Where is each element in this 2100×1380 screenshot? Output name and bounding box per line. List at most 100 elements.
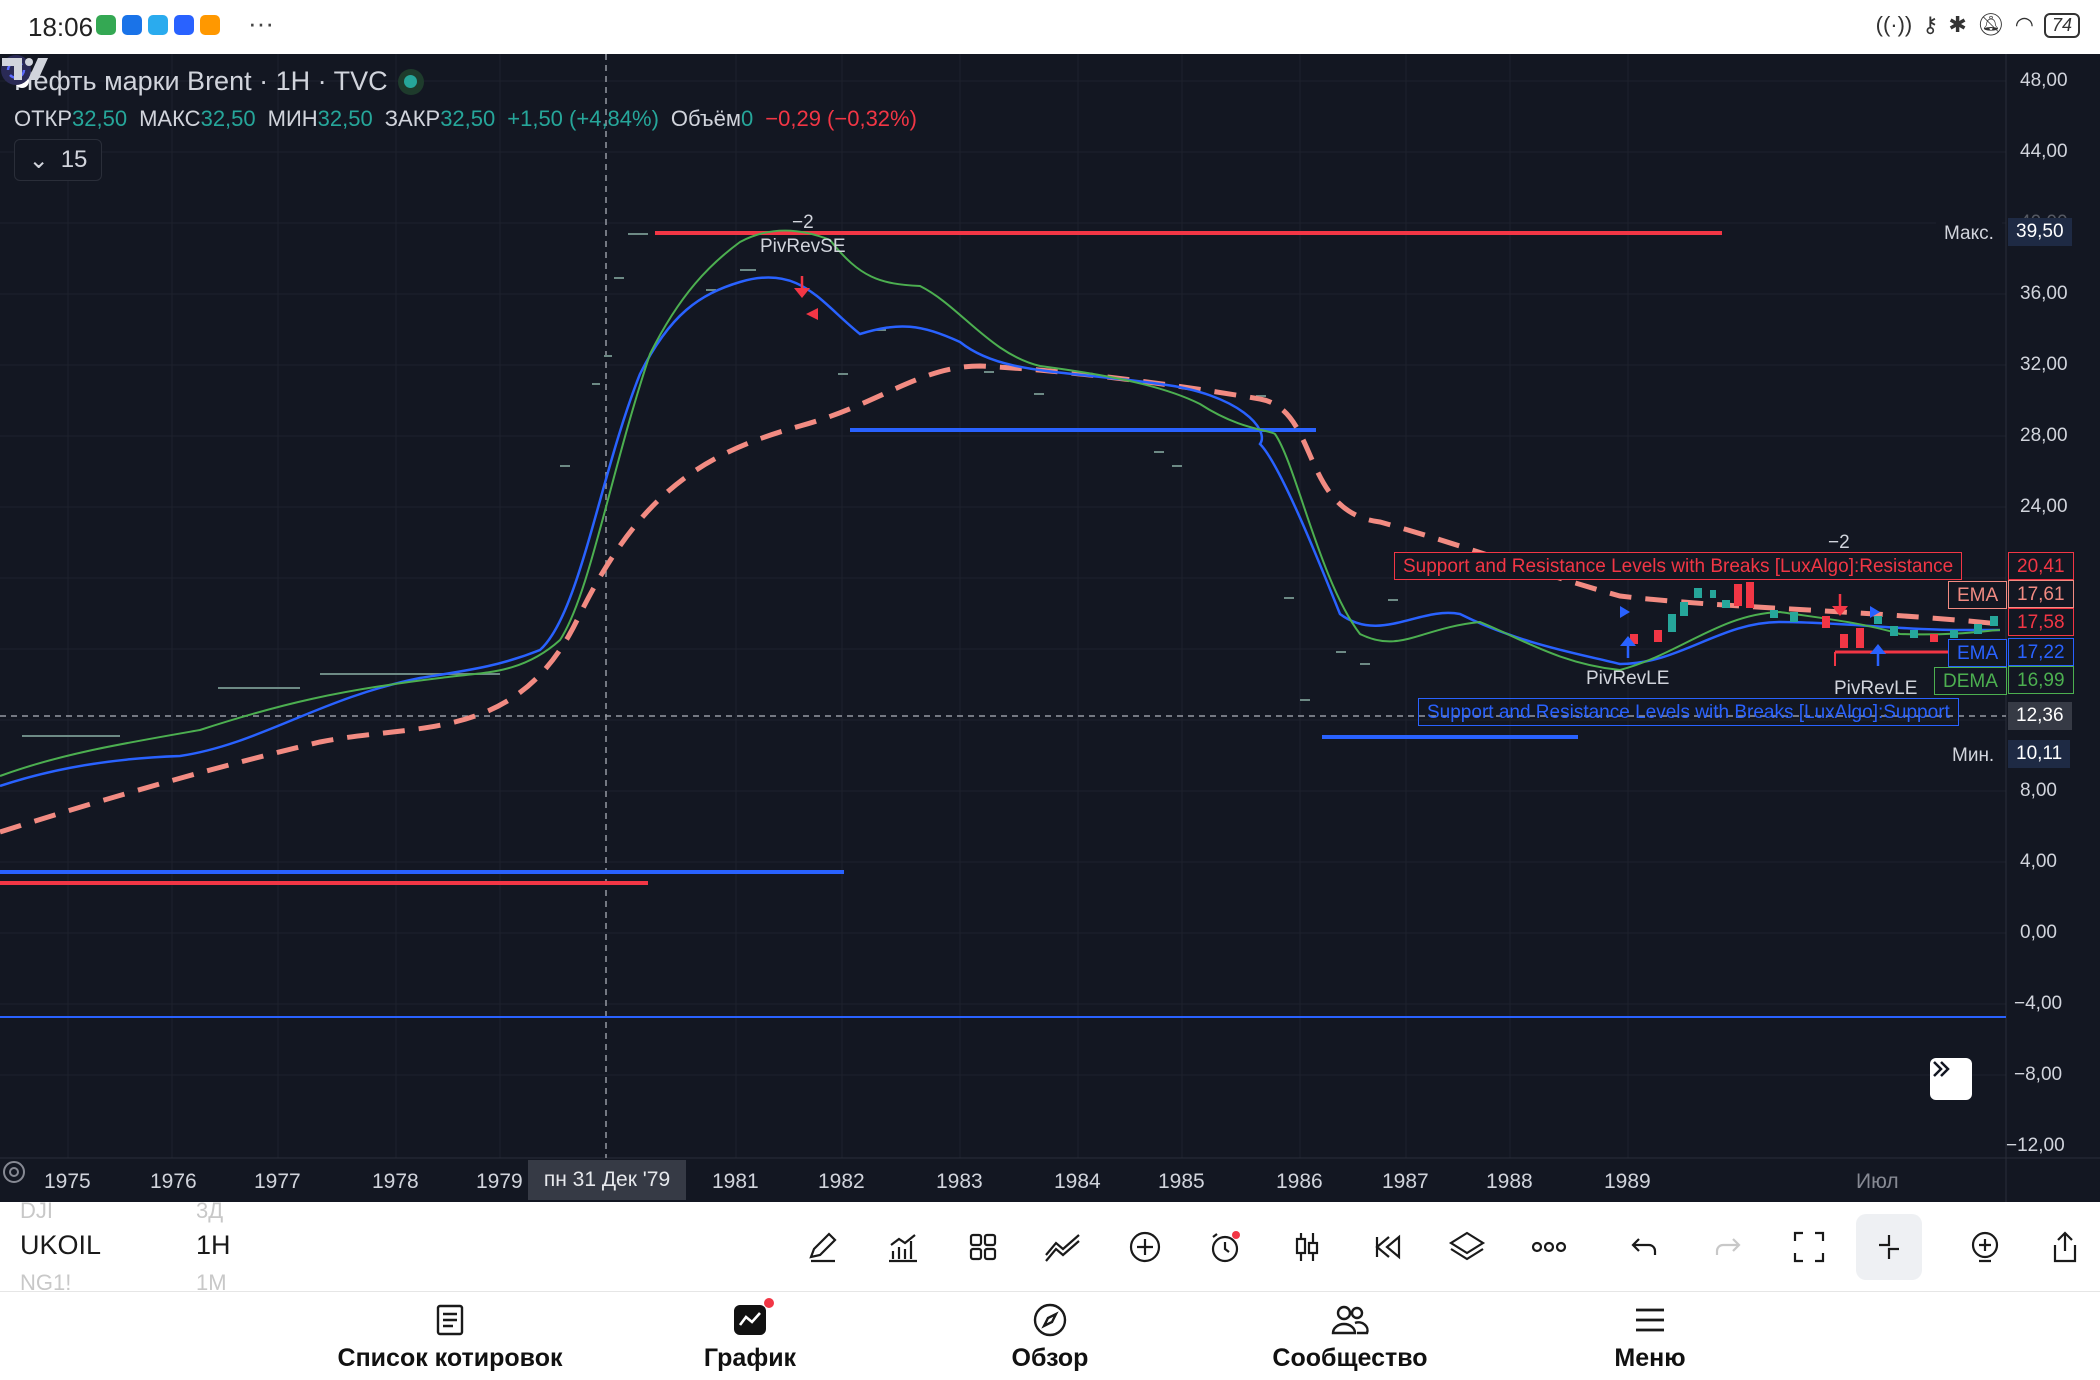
more-options-button[interactable] xyxy=(1526,1224,1572,1270)
drawing-tools-button[interactable] xyxy=(800,1224,846,1270)
ohlc-high: МАКС32,50 xyxy=(139,106,256,131)
add-alert-button[interactable] xyxy=(1962,1224,2008,1270)
chart-badge-dot xyxy=(764,1298,774,1308)
add-button[interactable] xyxy=(1122,1224,1168,1270)
ema2-value-tag: 17,22 xyxy=(2008,638,2074,666)
dema-label-tag: DEMA xyxy=(1934,667,2007,695)
tradingview-logo-icon[interactable] xyxy=(0,54,56,84)
redo-button[interactable] xyxy=(1704,1224,1750,1270)
fullscreen-button[interactable] xyxy=(1786,1224,1832,1270)
layers-icon xyxy=(1448,1231,1486,1261)
ema2-label-tag: EMA xyxy=(1948,639,2008,667)
ema-green-line xyxy=(0,229,2001,777)
status-time: 18:06 xyxy=(28,12,94,42)
red-value-tag: 17,58 xyxy=(2008,608,2074,636)
compare-button[interactable] xyxy=(1040,1224,1086,1270)
indicators-collapse-button[interactable]: ⌄ 15 xyxy=(14,139,102,181)
time-axis-label: 1982 xyxy=(818,1170,865,1193)
indicators-count: 15 xyxy=(60,146,88,173)
share-icon xyxy=(2053,1231,2077,1263)
undo-icon xyxy=(1631,1238,1657,1255)
nav-community[interactable]: Сообщество xyxy=(1200,1300,1500,1373)
ohlc-close: ЗАКР32,50 xyxy=(384,106,496,131)
time-axis-label: 1985 xyxy=(1158,1170,1205,1193)
candlestick-icon xyxy=(1295,1233,1319,1261)
prev-timeframe-ghost[interactable]: 3Д xyxy=(196,1198,223,1224)
candles xyxy=(1630,582,1998,648)
time-axis-label: 1979 xyxy=(476,1170,523,1193)
status-more-icon: ··· xyxy=(248,8,274,38)
price-axis-label: 0,00 xyxy=(2020,922,2057,943)
chart-type-button[interactable] xyxy=(1284,1224,1330,1270)
prev-symbol-ghost[interactable]: DJI xyxy=(20,1198,53,1224)
chart-nav-icon xyxy=(730,1298,774,1340)
max-value-tag: 39,50 xyxy=(2008,218,2072,246)
time-axis-label: 1986 xyxy=(1276,1170,1323,1193)
community-icon xyxy=(1330,1300,1370,1340)
nav-menu[interactable]: Меню xyxy=(1500,1300,1800,1373)
nav-chart[interactable]: График xyxy=(600,1298,900,1373)
nav-community-label: Сообщество xyxy=(1272,1344,1428,1372)
layers-button[interactable] xyxy=(1444,1224,1490,1270)
sr-resistance-label: Support and Resistance Levels with Break… xyxy=(1394,552,1963,580)
rewind-icon xyxy=(1375,1234,1401,1260)
min-label-tag: Мин. xyxy=(1944,742,2003,770)
alarm-clock-icon xyxy=(1211,1231,1240,1263)
status-system-icons: ((·)) ⚷ ✱ 🔕︎ ◠ 74 xyxy=(1876,12,2080,38)
time-axis-label: 1975 xyxy=(44,1170,91,1193)
timeframe-selector[interactable]: 1H xyxy=(196,1230,231,1261)
bottom-navigation: Список котировок График Обзор Сообщество… xyxy=(0,1292,2100,1380)
nav-explore-label: Обзор xyxy=(1011,1344,1089,1372)
share-button[interactable] xyxy=(2042,1224,2088,1270)
battery-indicator: 74 xyxy=(2043,12,2080,38)
chart-indicators-icon xyxy=(889,1234,917,1263)
hamburger-menu-icon xyxy=(1630,1300,1670,1340)
more-dots-icon xyxy=(1531,1241,1567,1253)
time-axis-label: 1976 xyxy=(150,1170,197,1193)
mail-icon xyxy=(122,15,142,35)
price-axis-label: 4,00 xyxy=(2020,851,2057,872)
price-axis-label: −8,00 xyxy=(2014,1064,2063,1085)
mute-icon: 🔕︎ xyxy=(1976,12,2005,37)
crosshair-mode-button[interactable] xyxy=(1856,1214,1922,1280)
time-axis-label: 1989 xyxy=(1604,1170,1651,1193)
ohlc-legend: ОТКР32,50 МАКС32,50 МИН32,50 ЗАКР32,50 +… xyxy=(14,106,917,132)
bluetooth-icon: ✱ xyxy=(1948,12,1967,37)
scroll-to-latest-button[interactable] xyxy=(1930,1058,1972,1100)
price-axis-label: 8,00 xyxy=(2020,780,2057,801)
templates-button[interactable] xyxy=(960,1224,1006,1270)
plus-bell-icon xyxy=(1971,1231,1999,1263)
pivrevle-label-2: PivRevLE xyxy=(1834,678,1918,699)
chart-settings-gear-icon[interactable] xyxy=(0,1158,28,1186)
undo-button[interactable] xyxy=(1622,1224,1668,1270)
replay-button[interactable] xyxy=(1364,1224,1410,1270)
time-axis[interactable]: 1975 1976 1977 1978 1979 пн 31 Дек '79 1… xyxy=(0,1158,2100,1202)
price-axis-label: −4,00 xyxy=(2014,993,2063,1014)
pencil-icon xyxy=(809,1232,837,1263)
compare-lines-icon xyxy=(1045,1234,1080,1262)
nav-menu-label: Меню xyxy=(1614,1344,1686,1372)
crosshair-date-label: пн 31 Дек '79 xyxy=(528,1160,686,1200)
nfc-icon: ((·)) xyxy=(1875,12,1913,37)
time-axis-label: 1988 xyxy=(1486,1170,1533,1193)
crosshair-price-tag: 12,36 xyxy=(2008,702,2072,730)
nav-watchlist[interactable]: Список котировок xyxy=(300,1300,600,1373)
time-axis-label: 1983 xyxy=(936,1170,983,1193)
telegram-icon xyxy=(148,15,168,35)
time-axis-label: 1981 xyxy=(712,1170,759,1193)
status-app-icons xyxy=(96,15,220,35)
chart-legend-title[interactable]: Нефть марки Brent · 1H · TVC xyxy=(14,66,424,97)
nav-explore[interactable]: Обзор xyxy=(900,1300,1200,1373)
price-axis-label: 36,00 xyxy=(2020,283,2068,304)
price-axis-label: 32,00 xyxy=(2020,354,2068,375)
price-chart[interactable]: Нефть марки Brent · 1H · TVC ОТКР32,50 М… xyxy=(0,54,2100,1202)
sr-support-label: Support and Resistance Levels with Break… xyxy=(1418,698,1959,726)
wifi-icon: ◠ xyxy=(2014,12,2034,37)
symbol-selector[interactable]: UKOIL xyxy=(20,1230,101,1261)
time-axis-label: 1978 xyxy=(372,1170,419,1193)
chart-canvas[interactable] xyxy=(0,54,2100,1202)
indicators-button[interactable] xyxy=(880,1224,926,1270)
messenger-icon xyxy=(174,15,194,35)
alerts-button[interactable] xyxy=(1202,1224,1248,1270)
time-axis-label: 1977 xyxy=(254,1170,301,1193)
